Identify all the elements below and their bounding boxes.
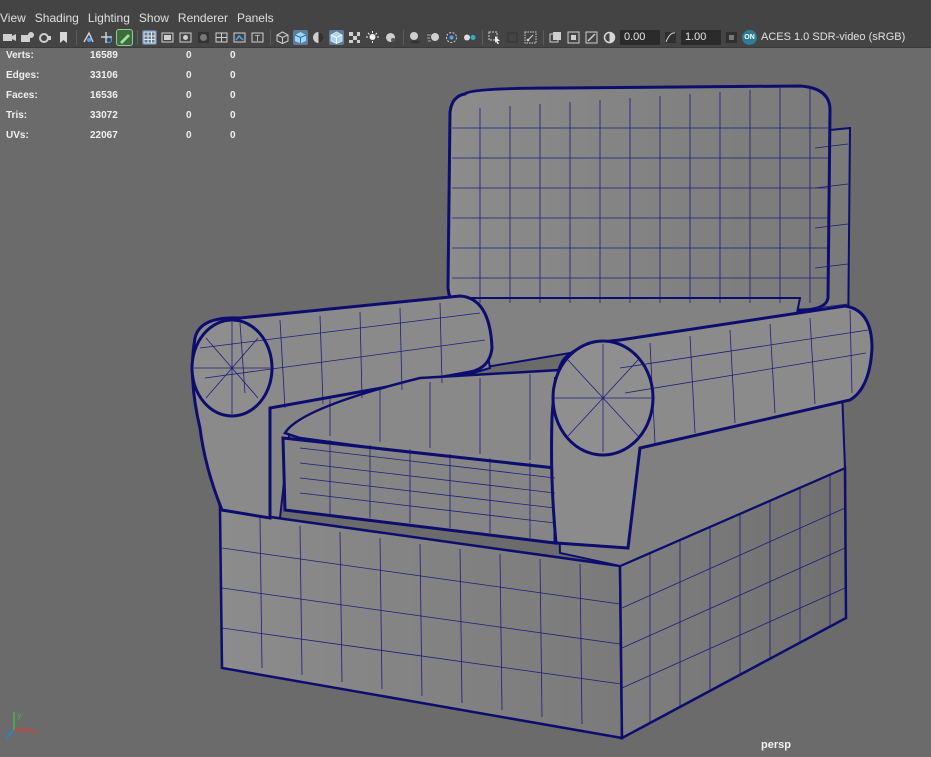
- camera-attr-icon[interactable]: [20, 30, 35, 45]
- film-gate-icon[interactable]: [160, 30, 175, 45]
- hud-row-tris: Tris: 33072 0 0: [6, 110, 270, 130]
- hud-label: Verts:: [6, 50, 34, 61]
- hud-value: 22067: [90, 130, 118, 141]
- hud-value: 0: [230, 130, 236, 141]
- menu-renderer[interactable]: Renderer: [178, 11, 237, 25]
- xray-components-icon[interactable]: [548, 30, 563, 45]
- hud-value: 0: [230, 70, 236, 81]
- hud-value: 33106: [90, 70, 118, 81]
- poly-count-hud: Verts: 16589 0 0 Edges: 33106 0 0 Faces:…: [6, 50, 270, 150]
- hud-label: Edges:: [6, 70, 40, 81]
- default-material-icon[interactable]: [311, 30, 326, 45]
- gamma-field[interactable]: 1.00: [681, 29, 721, 45]
- hud-row-edges: Edges: 33106 0 0: [6, 70, 270, 90]
- panel-menu-bar: View Shading Lighting Show Renderer Pane…: [0, 8, 931, 27]
- hud-label: Tris:: [6, 110, 28, 121]
- hud-value: 0: [186, 130, 192, 141]
- hud-label: Faces:: [6, 90, 38, 101]
- depth-of-field-icon[interactable]: [462, 30, 477, 45]
- toolbar-separator: [403, 29, 404, 45]
- hud-value: 0: [186, 90, 192, 101]
- axis-z-label: z: [6, 732, 10, 740]
- back-cushion: [446, 84, 832, 312]
- xray-icon[interactable]: [505, 30, 520, 45]
- color-management-icon[interactable]: ON: [742, 29, 757, 45]
- grid-icon[interactable]: [142, 29, 157, 45]
- menu-view[interactable]: View: [0, 11, 35, 25]
- menu-shading[interactable]: Shading: [35, 11, 88, 25]
- smooth-shade-icon[interactable]: [293, 29, 308, 45]
- hud-value: 16589: [90, 50, 118, 61]
- safe-action-icon[interactable]: [232, 30, 247, 45]
- xray-joints-icon[interactable]: [523, 30, 538, 45]
- svg-text:T: T: [254, 34, 260, 43]
- hud-value: 0: [186, 70, 192, 81]
- resolution-gate-icon[interactable]: [178, 30, 193, 45]
- camera-name-label: persp: [761, 739, 791, 751]
- wireframe-on-shaded-icon[interactable]: [329, 29, 344, 45]
- field-chart-icon[interactable]: [214, 30, 229, 45]
- axis-y-label: y: [17, 711, 22, 720]
- 2d-pan-zoom-icon[interactable]: [81, 30, 96, 45]
- hud-value: 0: [186, 110, 192, 121]
- menu-show[interactable]: Show: [139, 11, 178, 25]
- frame-all-icon[interactable]: [566, 30, 581, 45]
- view-transform-icon[interactable]: [724, 30, 739, 45]
- hud-value: 0: [230, 50, 236, 61]
- color-space-label[interactable]: ACES 1.0 SDR-video (sRGB): [761, 31, 905, 43]
- frame-selected-icon[interactable]: [584, 30, 599, 45]
- menu-panels[interactable]: Panels: [237, 11, 283, 25]
- camera-select-icon[interactable]: [2, 30, 17, 45]
- safe-title-icon[interactable]: T: [250, 30, 265, 45]
- axis-x-label: x: [33, 727, 38, 736]
- pencil-draw-icon[interactable]: [116, 28, 133, 46]
- wireframe-icon[interactable]: [275, 30, 290, 45]
- hud-value: 16536: [90, 90, 118, 101]
- hud-label: UVs:: [6, 130, 29, 141]
- viewport-canvas[interactable]: [0, 48, 931, 757]
- grease-pencil-icon[interactable]: [99, 30, 114, 45]
- hud-value: 0: [230, 90, 236, 101]
- exposure-field[interactable]: 0.00: [620, 29, 660, 45]
- hud-value: 0: [186, 50, 192, 61]
- motion-blur-icon[interactable]: [426, 30, 441, 45]
- panel-toolbar: T 0.00 1.00 ON ACES 1.0 SDR-video (sRGB): [0, 27, 931, 48]
- toolbar-separator: [137, 29, 138, 45]
- exposure-icon[interactable]: [602, 30, 617, 45]
- image-plane-icon[interactable]: [56, 30, 71, 45]
- gate-mask-icon[interactable]: [196, 30, 211, 45]
- toolbar-separator: [482, 29, 483, 45]
- toolbar-separator: [76, 29, 77, 45]
- gamma-icon[interactable]: [663, 30, 678, 45]
- screen-space-ao-icon[interactable]: [408, 30, 423, 45]
- view-axis-icon: y x z: [6, 711, 38, 740]
- menu-lighting[interactable]: Lighting: [88, 11, 139, 25]
- hud-row-uvs: UVs: 22067 0 0: [6, 130, 270, 150]
- multisample-aa-icon[interactable]: [444, 30, 459, 45]
- hud-row-verts: Verts: 16589 0 0: [6, 50, 270, 70]
- shadows-icon[interactable]: [383, 30, 398, 45]
- armchair-model[interactable]: [190, 84, 874, 741]
- hud-value: 0: [230, 110, 236, 121]
- textured-icon[interactable]: [347, 30, 362, 45]
- hud-row-faces: Faces: 16536 0 0: [6, 90, 270, 110]
- hud-value: 33072: [90, 110, 118, 121]
- isolate-select-icon[interactable]: [487, 30, 502, 45]
- toolbar-separator: [543, 29, 544, 45]
- toolbar-separator: [270, 29, 271, 45]
- bookmark-icon[interactable]: [38, 30, 53, 45]
- use-all-lights-icon[interactable]: [365, 30, 380, 45]
